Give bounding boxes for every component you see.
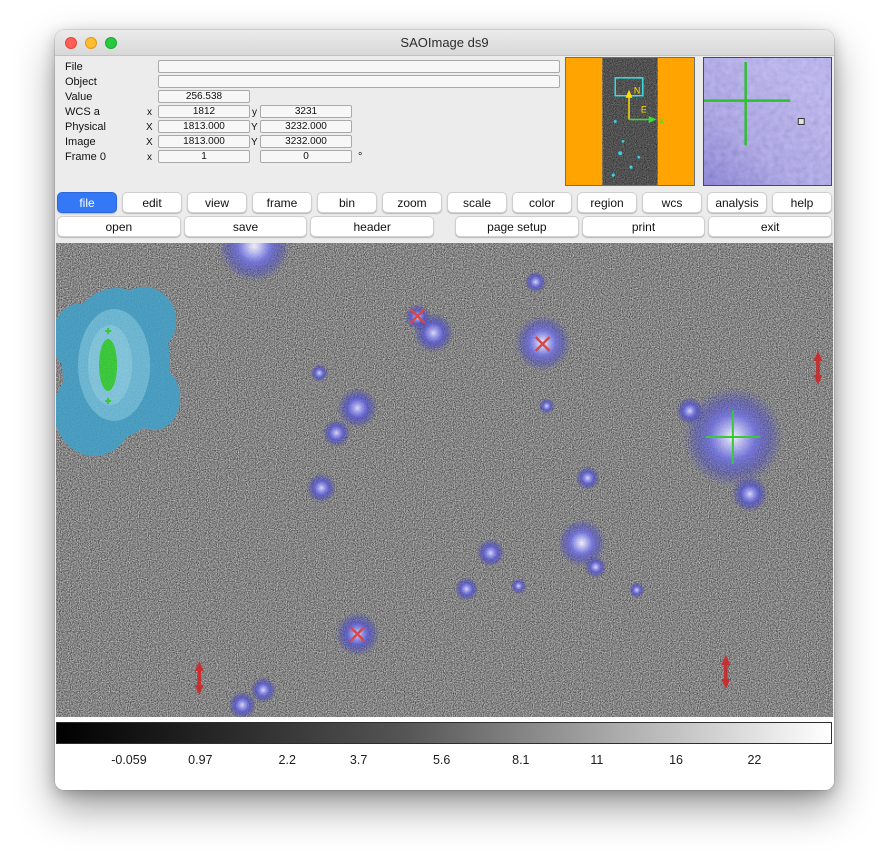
magnifier-cursor-box [798,119,804,125]
colorbar-gradient[interactable] [56,722,832,744]
minimize-button[interactable] [85,37,97,49]
wcs-label: WCS a [65,106,100,118]
menu-frame[interactable]: frame [252,192,312,213]
traffic-lights [65,37,117,49]
wcs-y-field[interactable]: 3231 [260,105,352,118]
colorbar-tick: -0.059 [111,753,146,767]
colorbar-tick: 11 [590,753,603,767]
colorbar-tick: 0.97 [188,753,212,767]
colorbar-ticks: -0.059 0.97 2.2 3.7 5.6 8.1 11 16 22 [56,753,832,773]
open-button[interactable]: open [57,216,181,237]
header-button[interactable]: header [310,216,434,237]
menu-edit[interactable]: edit [122,192,182,213]
object-label: Object [65,76,97,88]
app-window: SAOImage ds9 File Object Value 256.538 W… [55,30,834,790]
colorbar-tick: 16 [669,753,683,767]
colorbar-tick: 5.6 [433,753,450,767]
east-label: E [641,105,647,115]
menu-zoom[interactable]: zoom [382,192,442,213]
object-field[interactable] [158,75,560,88]
menu-view[interactable]: view [187,192,247,213]
image-x-letter: X [146,137,153,148]
wcs-x-field[interactable]: 1812 [158,105,250,118]
menu-scale[interactable]: scale [447,192,507,213]
colorbar-tick: 3.7 [350,753,367,767]
colorbar-tick: 8.1 [512,753,529,767]
x-axis-label: x [660,115,665,125]
menu-file[interactable]: file [57,192,117,213]
magnifier[interactable] [703,57,832,186]
frame-zoom-field[interactable]: 1 [158,150,250,163]
value-field[interactable]: 256.538 [158,90,250,103]
wcs-x-letter: x [147,107,152,118]
frame-label: Frame 0 [65,151,106,163]
exit-button[interactable]: exit [708,216,832,237]
frame-x-letter: x [147,152,152,163]
save-button[interactable]: save [184,216,308,237]
fullscreen-button[interactable] [105,37,117,49]
image-label: Image [65,136,96,148]
page-setup-button[interactable]: page setup [455,216,579,237]
print-button[interactable]: print [582,216,706,237]
window-title: SAOImage ds9 [400,35,488,50]
north-label: N [634,86,640,96]
file-action-bar: open save header page setup print exit [57,216,832,237]
file-field[interactable] [158,60,560,73]
physical-label: Physical [65,121,106,133]
wcs-y-letter: y [252,107,257,118]
physical-x-field[interactable]: 1813.000 [158,120,250,133]
image-y-letter: Y [251,137,258,148]
menu-wcs[interactable]: wcs [642,192,702,213]
image-canvas[interactable] [56,243,833,717]
menu-help[interactable]: help [772,192,832,213]
menu-color[interactable]: color [512,192,572,213]
physical-x-letter: X [146,122,153,133]
degree-symbol: ° [358,151,362,163]
colorbar-tick: 2.2 [279,753,296,767]
colorbar-section: -0.059 0.97 2.2 3.7 5.6 8.1 11 16 22 [55,717,834,790]
menu-bar: file edit view frame bin zoom scale colo… [57,192,832,213]
menu-bin[interactable]: bin [317,192,377,213]
file-label: File [65,61,83,73]
menu-analysis[interactable]: analysis [707,192,767,213]
colorbar-tick: 22 [747,753,761,767]
frame-angle-field[interactable]: 0 [260,150,352,163]
image-x-field[interactable]: 1813.000 [158,135,250,148]
physical-y-field[interactable]: 3232.000 [260,120,352,133]
value-label: Value [65,91,92,103]
menu-region[interactable]: region [577,192,637,213]
close-button[interactable] [65,37,77,49]
panner[interactable]: N x E [565,57,695,186]
physical-y-letter: Y [251,122,258,133]
titlebar[interactable]: SAOImage ds9 [55,30,834,56]
image-y-field[interactable]: 3232.000 [260,135,352,148]
